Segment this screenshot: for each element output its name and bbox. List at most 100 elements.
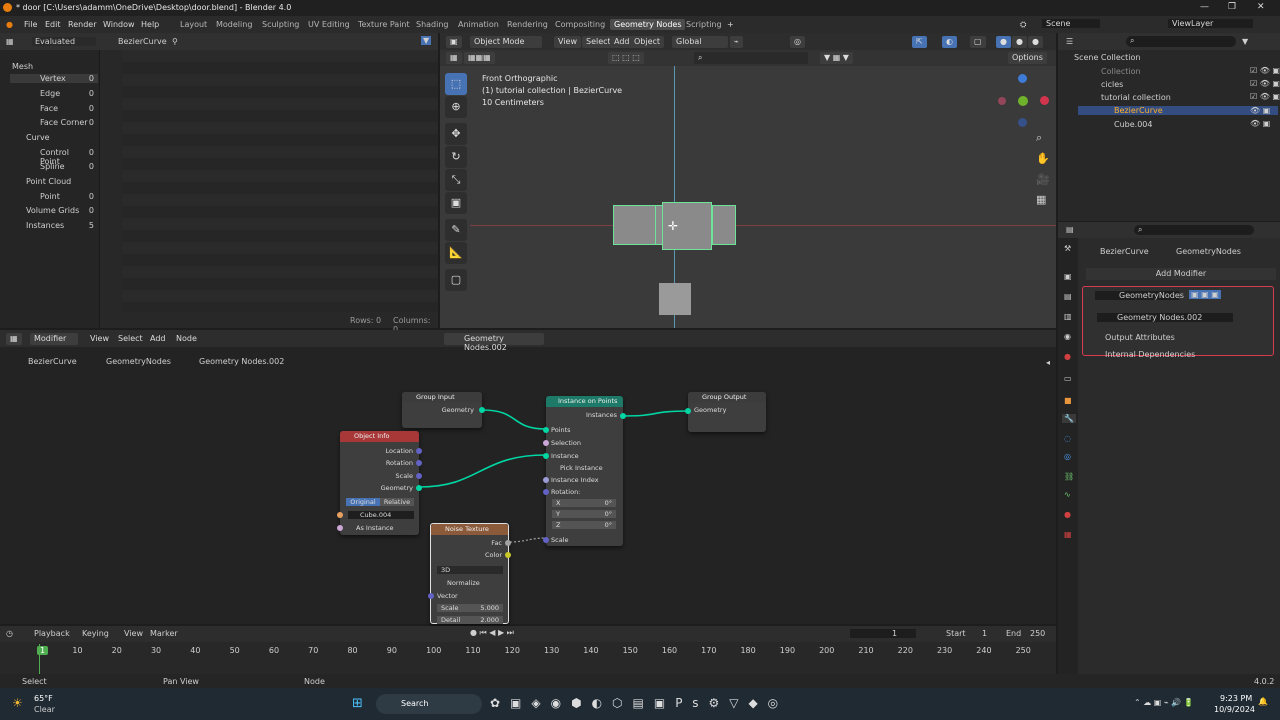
visibility-eye-icon[interactable]: ☑ 👁 ▣ (1250, 66, 1280, 75)
menu-help[interactable]: Help (141, 20, 159, 29)
minimize-icon[interactable]: — (1200, 2, 1209, 12)
tab-modifier-wrench-icon[interactable]: 🔧 (1062, 414, 1076, 423)
start-button-icon[interactable]: ⊞ (352, 696, 363, 711)
tab-render-icon[interactable]: ▣ (1064, 272, 1072, 281)
visibility-eye-icon[interactable]: ☑ 👁 ▣ (1250, 92, 1280, 101)
n-panel-icon[interactable]: ◂ (1046, 358, 1050, 367)
menu-playback[interactable]: Playback (34, 629, 70, 638)
filter-icon[interactable]: ▼ (421, 36, 432, 45)
object-field[interactable]: Cube.004 (348, 511, 414, 519)
start-field[interactable]: 1 (982, 629, 987, 638)
tab-particles-icon[interactable]: ◌ (1064, 434, 1071, 443)
nav-gizmo-negz-icon[interactable] (1018, 118, 1027, 127)
tree-item-face-corner[interactable]: Face Corner 0 (40, 118, 94, 127)
tab-modeling[interactable]: Modeling (216, 20, 252, 29)
orientation-select[interactable]: Global (672, 36, 728, 48)
menu-file[interactable]: File (24, 20, 37, 29)
instances-socket[interactable] (620, 413, 626, 419)
select-mode-icons[interactable]: ▦▦▦ (464, 52, 495, 64)
pan-hand-icon[interactable]: ✋ (1036, 152, 1050, 165)
outliner-item-cube004[interactable]: Cube.004 (1114, 120, 1152, 129)
shading-rendered-icon[interactable]: ● (1028, 36, 1043, 48)
tray-icons[interactable]: ⌃ ☁ ▣ ⌁ 🔊 🔋 (1134, 698, 1194, 707)
group-input-node[interactable]: Group Input Geometry (402, 392, 485, 428)
menu-window[interactable]: Window (103, 20, 135, 29)
tab-texture-paint[interactable]: Texture Paint (358, 20, 410, 29)
nav-gizmo-x-icon[interactable] (1040, 96, 1049, 105)
relative-button[interactable]: Relative (380, 498, 414, 506)
outliner-search[interactable]: ⌕ (1126, 36, 1236, 47)
visibility-eye-icon[interactable]: ☑ 👁 ▣ (1250, 79, 1280, 88)
group-output-geometry-socket[interactable] (685, 408, 691, 414)
tab-object-icon[interactable]: ■ (1064, 396, 1072, 405)
notification-icon[interactable]: 🔔 (1258, 697, 1268, 706)
tool-move[interactable]: ✥ (445, 123, 467, 145)
tab-scene-icon[interactable]: ◉ (1064, 332, 1071, 341)
gizmo-toggle-icon[interactable]: ⇱ (912, 36, 927, 48)
tool-rotate[interactable]: ↻ (445, 146, 467, 168)
tab-world-icon[interactable]: ● (1064, 352, 1071, 361)
selection-socket[interactable] (543, 440, 549, 446)
tab-geometry-nodes[interactable]: Geometry Nodes (610, 19, 686, 30)
tab-rendering[interactable]: Rendering (507, 20, 548, 29)
weather-icon[interactable]: ☀ (12, 696, 23, 710)
props-type-icon[interactable]: ▤ (1066, 225, 1074, 234)
object-socket[interactable] (337, 512, 343, 518)
fac-socket[interactable] (505, 540, 511, 546)
tab-view-layer-icon[interactable]: ▥ (1064, 312, 1072, 321)
tool-transform[interactable]: ▣ (445, 192, 467, 214)
nav-gizmo-negx-icon[interactable] (998, 97, 1006, 105)
tab-physics-icon[interactable]: ◎ (1064, 452, 1071, 461)
instance-socket[interactable] (543, 453, 549, 459)
group-output-node[interactable]: Group Output Geometry (685, 392, 766, 432)
normalize-checkbox[interactable]: Normalize (447, 579, 480, 587)
3d-viewport[interactable]: ▣ Object Mode View Select Add Object Glo… (440, 33, 1056, 328)
tab-uv-editing[interactable]: UV Editing (308, 20, 350, 29)
object-mode-select[interactable]: Object Mode (470, 36, 542, 48)
tab-sculpting[interactable]: Sculpting (262, 20, 299, 29)
tree-item-spline[interactable]: Spline 0 (40, 162, 94, 171)
outliner-item-beziercurve[interactable]: BezierCurve (1078, 106, 1278, 115)
overlay-toggle-icon[interactable]: ◐ (942, 36, 957, 48)
playback-controls[interactable]: ● ⏮ ◀ ▶ ⏭ (470, 628, 514, 638)
group-input-geometry-socket[interactable] (479, 407, 485, 413)
outliner-type-icon[interactable]: ☰ (1066, 37, 1073, 46)
color-socket[interactable] (505, 552, 511, 558)
object-info-node[interactable]: Object Info Location Rotation Scale Geom… (337, 431, 422, 535)
modifier-name-field[interactable]: GeometryNodes (1095, 291, 1184, 300)
dimension-select[interactable]: 3D (437, 566, 503, 574)
tree-item-volume-grids[interactable]: Volume Grids 0 (26, 206, 94, 215)
nav-gizmo-z-icon[interactable] (1018, 74, 1027, 83)
iop-pick-instance[interactable]: Pick Instance (560, 464, 603, 472)
tab-collection-icon[interactable]: ▭ (1064, 374, 1072, 383)
taskbar-search[interactable]: Search (376, 694, 482, 714)
tab-data-icon[interactable]: ∿ (1064, 490, 1071, 499)
tree-item-face[interactable]: Face 0 (40, 104, 94, 113)
node-tree-field[interactable]: Geometry Nodes.002 (1097, 313, 1233, 322)
maximize-icon[interactable]: ❐ (1228, 2, 1236, 12)
node-editor[interactable]: ▦ Modifier View Select Add Node Geometry… (0, 330, 1056, 624)
tab-shading[interactable]: Shading (416, 20, 449, 29)
tree-item-curve[interactable]: Curve (26, 133, 94, 142)
noise-scale-field[interactable]: Scale 5.000 (437, 604, 503, 612)
tab-constraints-icon[interactable]: ⛓ (1064, 472, 1074, 481)
menu-marker[interactable]: Marker (150, 629, 178, 638)
instance-index-socket[interactable] (543, 477, 549, 483)
add-modifier-button[interactable]: Add Modifier (1086, 268, 1276, 280)
end-field[interactable]: 250 (1030, 629, 1045, 638)
output-attributes-panel[interactable]: Output Attributes (1105, 333, 1175, 342)
ortho-grid-icon[interactable]: ▦ (1036, 193, 1046, 206)
modifier-toggles[interactable]: ▣ ▣ ▣ (1189, 290, 1221, 299)
editor-type-3d-icon[interactable]: ▣ (446, 36, 462, 48)
tab-material-icon[interactable]: ● (1064, 510, 1071, 519)
viewport-menu-object[interactable]: Object (630, 36, 665, 48)
tab-tool-icon[interactable]: ⚒ (1064, 244, 1071, 253)
tool-select[interactable]: ⬚ (445, 73, 467, 95)
points-socket[interactable] (543, 427, 549, 433)
evaluation-mode-select[interactable]: Evaluated (32, 37, 96, 46)
outliner-item-scene-collection[interactable]: Scene Collection (1074, 53, 1141, 62)
blender-menu-icon[interactable]: ● (6, 20, 13, 29)
scene-name[interactable]: Scene (1042, 19, 1101, 28)
visibility-eye-icon[interactable]: 👁 ▣ (1250, 106, 1270, 115)
current-frame-field[interactable]: 1 (850, 629, 916, 638)
